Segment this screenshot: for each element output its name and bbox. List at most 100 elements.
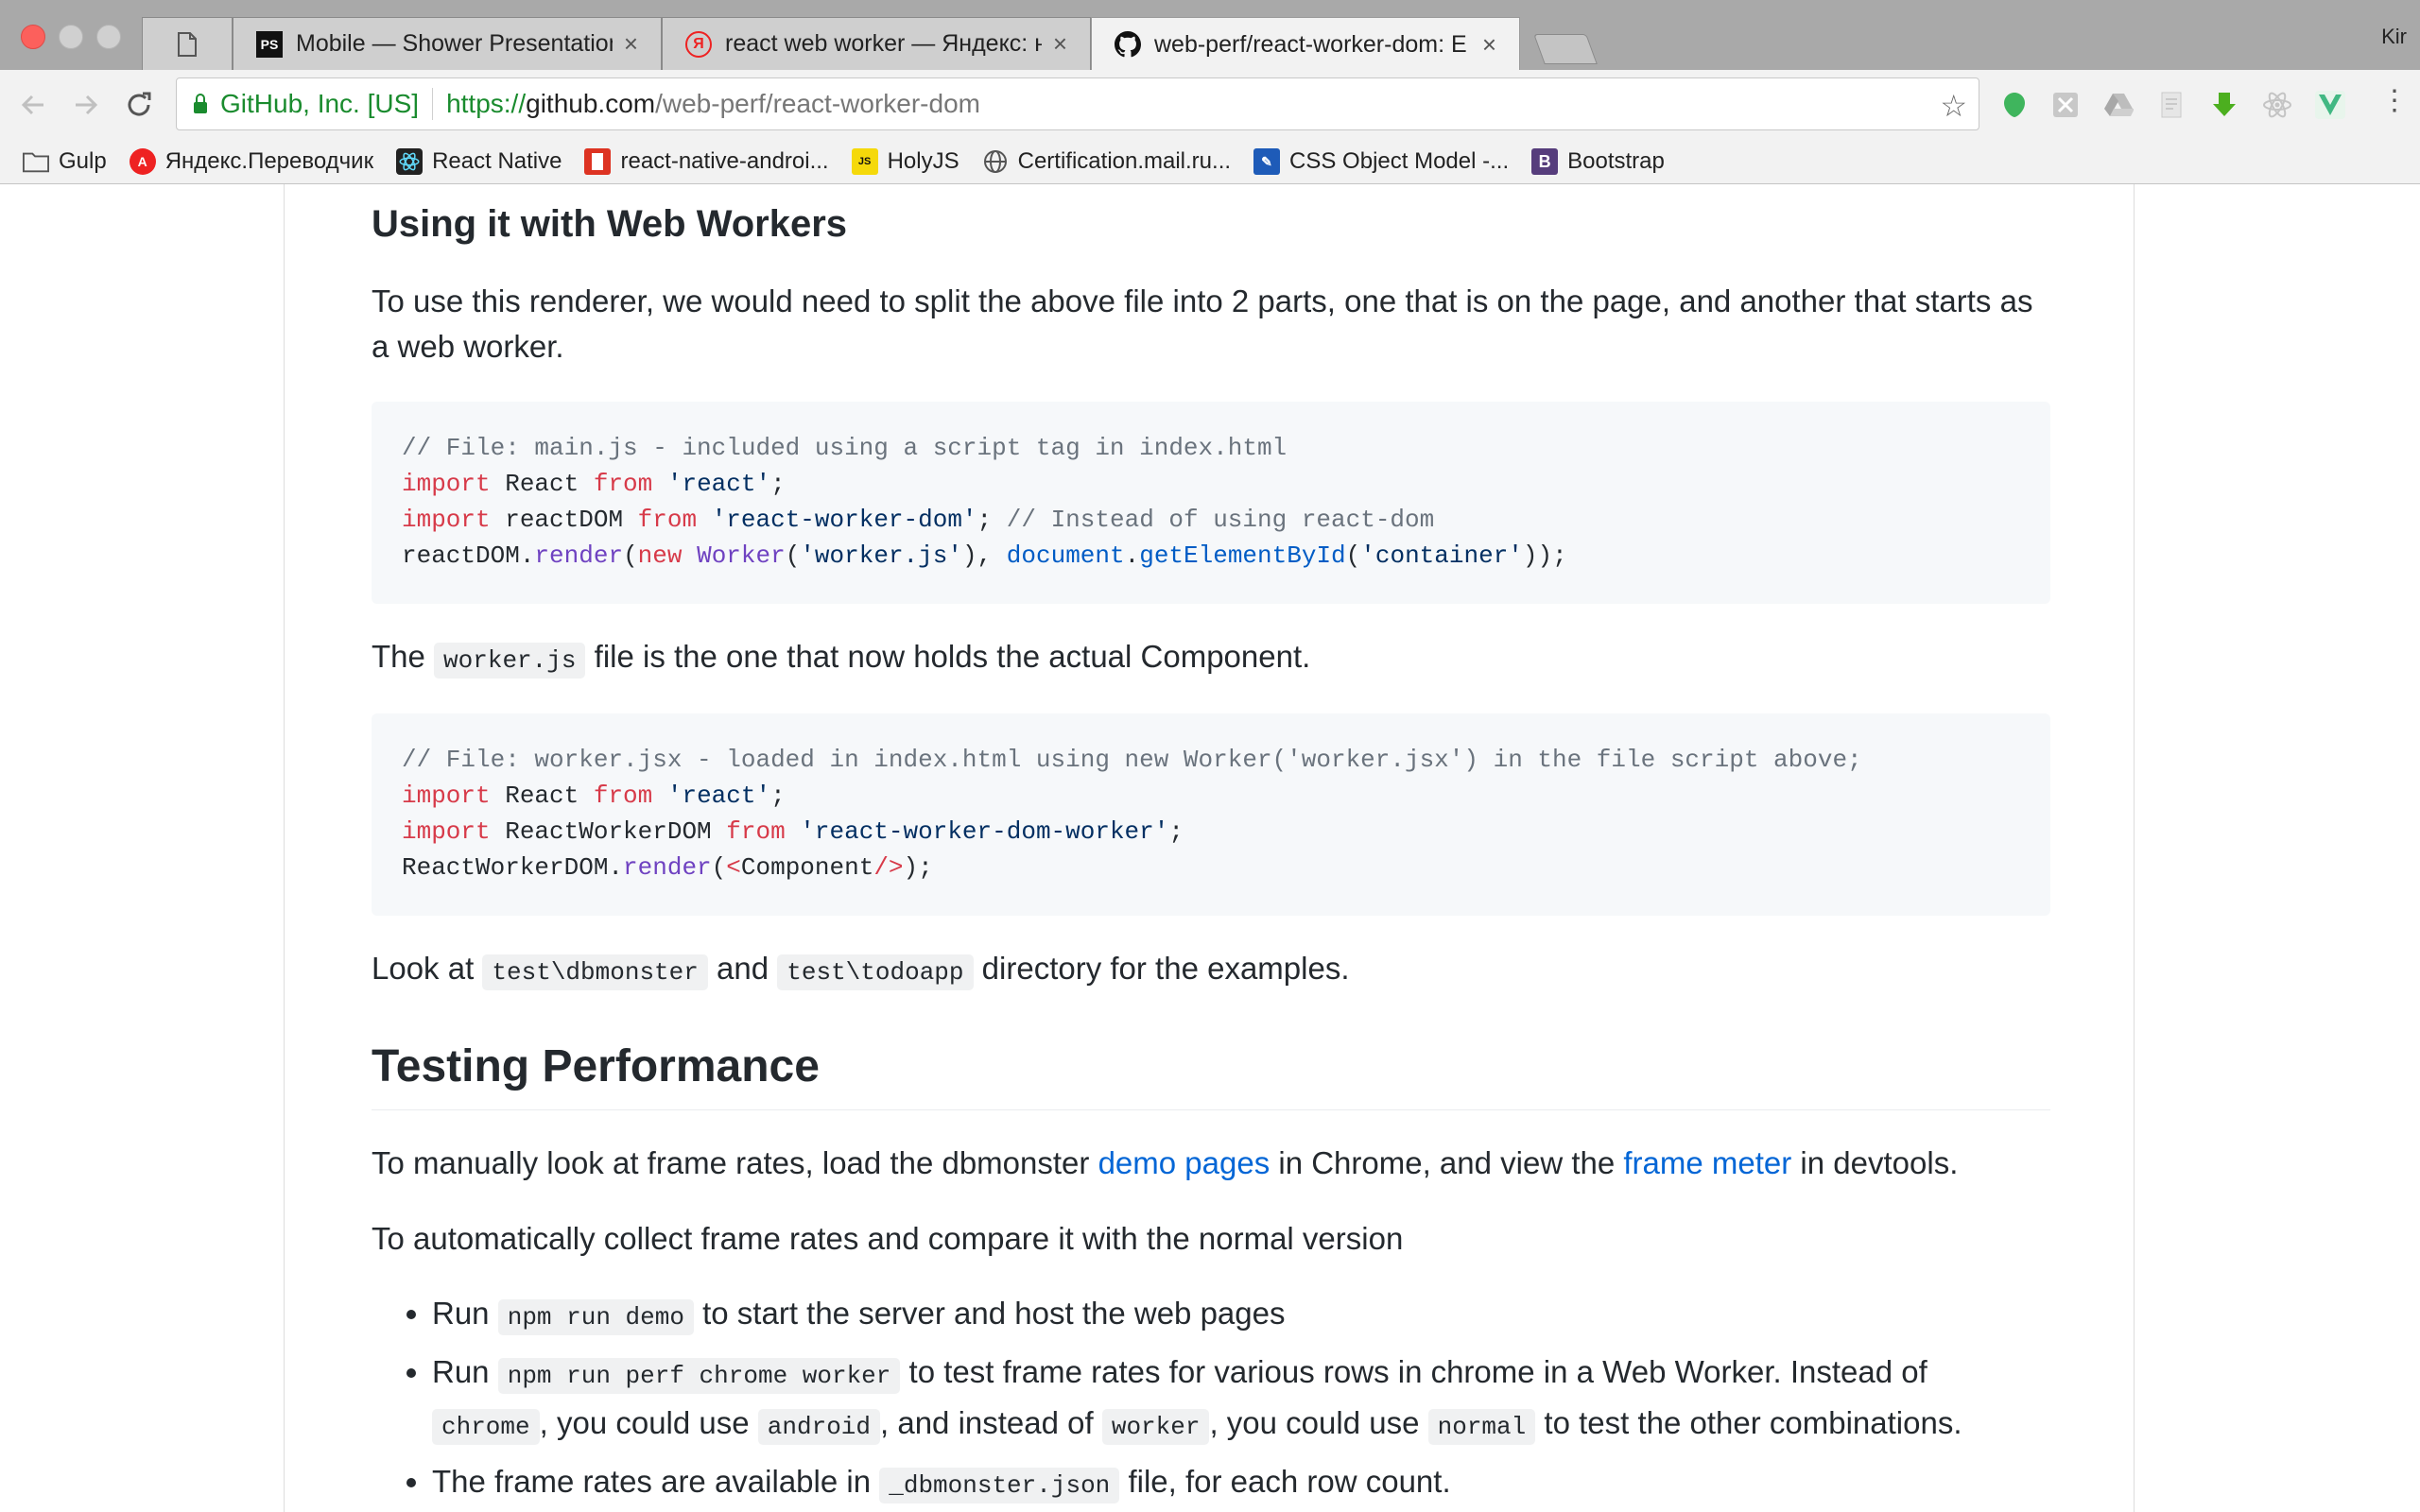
code-token: 'container' [1360, 541, 1523, 570]
bootstrap-icon: B [1531, 148, 1559, 175]
bookmark-label: react-native-androi... [620, 148, 829, 174]
window-maximize-button[interactable] [96, 25, 121, 49]
code-token: 'react-worker-dom-worker' [800, 817, 1169, 846]
arrow-left-icon [21, 94, 43, 115]
code-token: Component [740, 853, 874, 882]
profile-name[interactable]: Kir [2381, 25, 2407, 49]
download-extension-icon[interactable] [2208, 89, 2240, 121]
text-span: To manually look at frame rates, load th… [372, 1145, 1098, 1180]
forward-button[interactable] [68, 87, 104, 123]
bookmark-yandex-translate[interactable]: A Яндекс.Переводчик [129, 148, 373, 175]
drive-extension-icon[interactable] [2102, 89, 2135, 121]
tab-yandex-search[interactable]: Я react web worker — Яндекс: н × [662, 17, 1091, 70]
react-devtools-icon[interactable] [2261, 89, 2293, 121]
code-token: ; [977, 506, 1007, 534]
window-minimize-button[interactable] [59, 25, 83, 49]
bookmark-bootstrap[interactable]: B Bootstrap [1531, 148, 1665, 175]
code-token: ; [770, 470, 786, 498]
paragraph: The worker.js file is the one that now h… [372, 634, 2050, 683]
demo-pages-link[interactable]: demo pages [1098, 1145, 1270, 1180]
text-span: The frame rates are available in [432, 1464, 880, 1499]
vue-devtools-icon[interactable] [2314, 89, 2346, 121]
tab-title: Mobile — Shower Presentation [296, 30, 613, 57]
page-viewport[interactable]: Using it with Web Workers To use this re… [0, 184, 2420, 1512]
text-span: Run [432, 1296, 498, 1331]
code-token: import [402, 470, 491, 498]
text-span: , you could use [539, 1405, 758, 1440]
inline-code: _dbmonster.json [879, 1468, 1120, 1503]
paragraph: Look at test\dbmonster and test\todoapp … [372, 946, 2050, 995]
tab-github-active[interactable]: web-perf/react-worker-dom: E × [1091, 17, 1520, 71]
code-token: . [1124, 541, 1140, 570]
site-identity[interactable]: GitHub, Inc. [US] [220, 89, 419, 119]
list-item: Run npm run demo to start the server and… [432, 1290, 2050, 1341]
code-token: ( [1345, 541, 1361, 570]
evernote-extension-icon[interactable] [1998, 89, 2031, 121]
code-block: // File: worker.jsx - loaded in index.ht… [372, 713, 2050, 916]
inline-code: android [757, 1409, 880, 1445]
code-token: new [637, 541, 683, 570]
bookmark-cssom[interactable]: ✎ CSS Object Model -... [1253, 148, 1509, 175]
address-bar[interactable]: GitHub, Inc. [US] https://github.com/web… [176, 77, 1979, 130]
reload-button[interactable] [121, 87, 157, 123]
code-token: import [402, 506, 491, 534]
bookmark-react-native[interactable]: React Native [396, 148, 562, 175]
code-token: from [593, 470, 653, 498]
code-token: React [490, 470, 594, 498]
text-span: file, for each row count. [1119, 1464, 1451, 1499]
code-token: from [726, 817, 786, 846]
code-token: getElementById [1139, 541, 1346, 570]
bookmark-holyjs[interactable]: JS HolyJS [851, 148, 959, 175]
code-token: ), [961, 541, 1007, 570]
code-token: from [637, 506, 698, 534]
code-comment: // File: worker.jsx - loaded in index.ht… [402, 746, 1862, 774]
code-block: // File: main.js - included using a scri… [372, 402, 2050, 604]
code-token: ReactWorkerDOM. [402, 853, 624, 882]
text-span: in Chrome, and view the [1270, 1145, 1624, 1180]
browser-menu-icon[interactable]: ⋮ [2380, 87, 2409, 115]
text-span: and [707, 951, 778, 986]
list-item: Run npm run perf chrome worker to test f… [432, 1349, 2050, 1451]
window-close-button[interactable] [21, 25, 45, 49]
code-comment: // File: main.js - included using a scri… [402, 434, 1288, 462]
inline-code: test\dbmonster [482, 954, 708, 990]
lock-icon [194, 94, 207, 113]
tab-shower-presentation[interactable]: PS Mobile — Shower Presentation × [233, 17, 662, 70]
holyjs-icon: JS [851, 148, 878, 175]
code-token: /> [873, 853, 904, 882]
document-extension-icon[interactable] [2155, 89, 2187, 121]
react-icon [396, 148, 424, 175]
close-icon[interactable]: × [1482, 30, 1496, 60]
inline-code: npm run demo [497, 1299, 694, 1335]
extension-grid-icon[interactable] [2049, 89, 2082, 121]
code-token: ( [785, 541, 801, 570]
bookmark-certification[interactable]: Certification.mail.ru... [982, 148, 1231, 175]
code-token: render [623, 853, 712, 882]
bullet-list: Run npm run demo to start the server and… [372, 1290, 2050, 1512]
bookmark-react-native-android[interactable]: react-native-androi... [584, 148, 829, 175]
text-span: Look at [372, 951, 483, 986]
url-scheme: https:// [446, 89, 527, 118]
tab-blank[interactable] [142, 17, 233, 70]
bookmarks-bar: Gulp A Яндекс.Переводчик React Native re… [0, 140, 2420, 184]
code-token: ); [903, 853, 933, 882]
bookmark-label: Bootstrap [1567, 148, 1665, 174]
code-token: import [402, 782, 491, 810]
paragraph: To use this renderer, we would need to s… [372, 284, 2033, 364]
new-tab-button[interactable] [1533, 34, 1598, 64]
close-icon[interactable]: × [1053, 29, 1067, 59]
bookmark-label: React Native [432, 148, 562, 174]
text-span: file is the one that now holds the actua… [585, 639, 1311, 674]
back-button[interactable] [15, 87, 51, 123]
text-span: to test the other combinations. [1535, 1405, 1962, 1440]
code-token: ( [623, 541, 638, 570]
text-span: , and instead of [880, 1405, 1102, 1440]
bookmark-star-icon[interactable]: ☆ [1940, 88, 1967, 124]
frame-meter-link[interactable]: frame meter [1623, 1145, 1791, 1180]
yandex-translate-icon: A [129, 148, 156, 175]
code-token: reactDOM [490, 506, 638, 534]
bookmark-gulp[interactable]: Gulp [23, 148, 107, 175]
close-icon[interactable]: × [624, 29, 638, 59]
arrow-right-icon [76, 94, 98, 115]
